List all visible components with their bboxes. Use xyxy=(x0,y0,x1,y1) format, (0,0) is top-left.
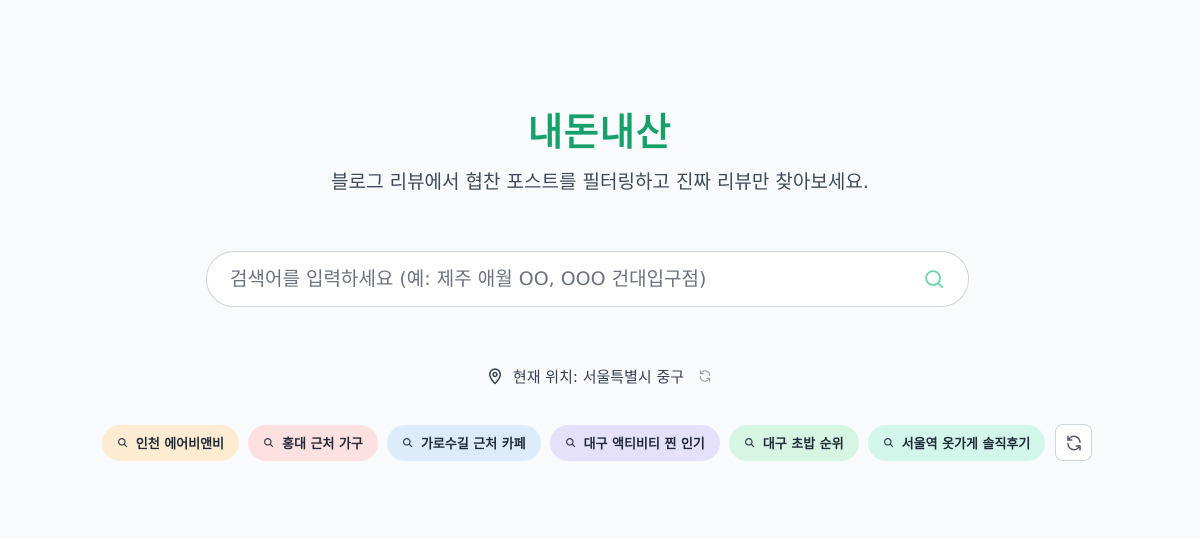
search-button[interactable] xyxy=(916,261,952,297)
app-subtitle: 블로그 리뷰에서 협찬 포스트를 필터링하고 진짜 리뷰만 찾아보세요. xyxy=(331,171,869,193)
search-input[interactable] xyxy=(207,252,916,306)
app-title: 내돈내산 xyxy=(528,110,672,154)
search-icon xyxy=(925,270,944,289)
location-label: 현재 위치: 서울특별시 중구 xyxy=(512,367,685,386)
search-icon xyxy=(263,437,274,448)
suggestion-chip-label: 가로수길 근처 카페 xyxy=(421,437,526,452)
suggestion-chip[interactable]: 대구 초밥 순위 xyxy=(729,424,859,461)
current-location: 현재 위치: 서울특별시 중구 xyxy=(0,364,1200,388)
suggestion-chip-label: 인천 에어비앤비 xyxy=(136,437,225,452)
suggestion-chip[interactable]: 대구 액티비티 찐 인기 xyxy=(549,424,721,461)
search-icon xyxy=(565,437,576,448)
refresh-suggestions-button[interactable] xyxy=(1055,424,1093,461)
suggestion-chip-label: 홍대 근처 가구 xyxy=(282,437,364,452)
suggestion-chip[interactable]: 홍대 근처 가구 xyxy=(248,424,379,461)
location-refresh-button[interactable] xyxy=(696,367,714,385)
suggestion-chip[interactable]: 가로수길 근처 카페 xyxy=(387,424,541,461)
suggestion-chip-label: 서울역 옷가게 솔직후기 xyxy=(901,437,1031,452)
search-bar xyxy=(206,251,969,307)
suggestion-chips: 인천 에어비앤비 홍대 근처 가구 가로수길 근처 카페 대구 액티비티 찐 인… xyxy=(102,424,1093,461)
suggestion-chip[interactable]: 서울역 옷가게 솔직후기 xyxy=(867,424,1046,461)
suggestion-chip-label: 대구 액티비티 찐 인기 xyxy=(583,437,706,452)
suggestion-chip[interactable]: 인천 에어비앤비 xyxy=(102,424,240,461)
refresh-icon xyxy=(1067,435,1081,450)
map-pin-icon xyxy=(486,367,504,385)
search-icon xyxy=(402,437,413,448)
page: 내돈내산 블로그 리뷰에서 협찬 포스트를 필터링하고 진짜 리뷰만 찾아보세요… xyxy=(0,0,1200,539)
search-icon xyxy=(883,437,894,448)
search-icon xyxy=(744,437,755,448)
search-icon xyxy=(117,437,128,448)
refresh-icon xyxy=(699,370,711,382)
suggestion-chip-label: 대구 초밥 순위 xyxy=(763,437,844,452)
